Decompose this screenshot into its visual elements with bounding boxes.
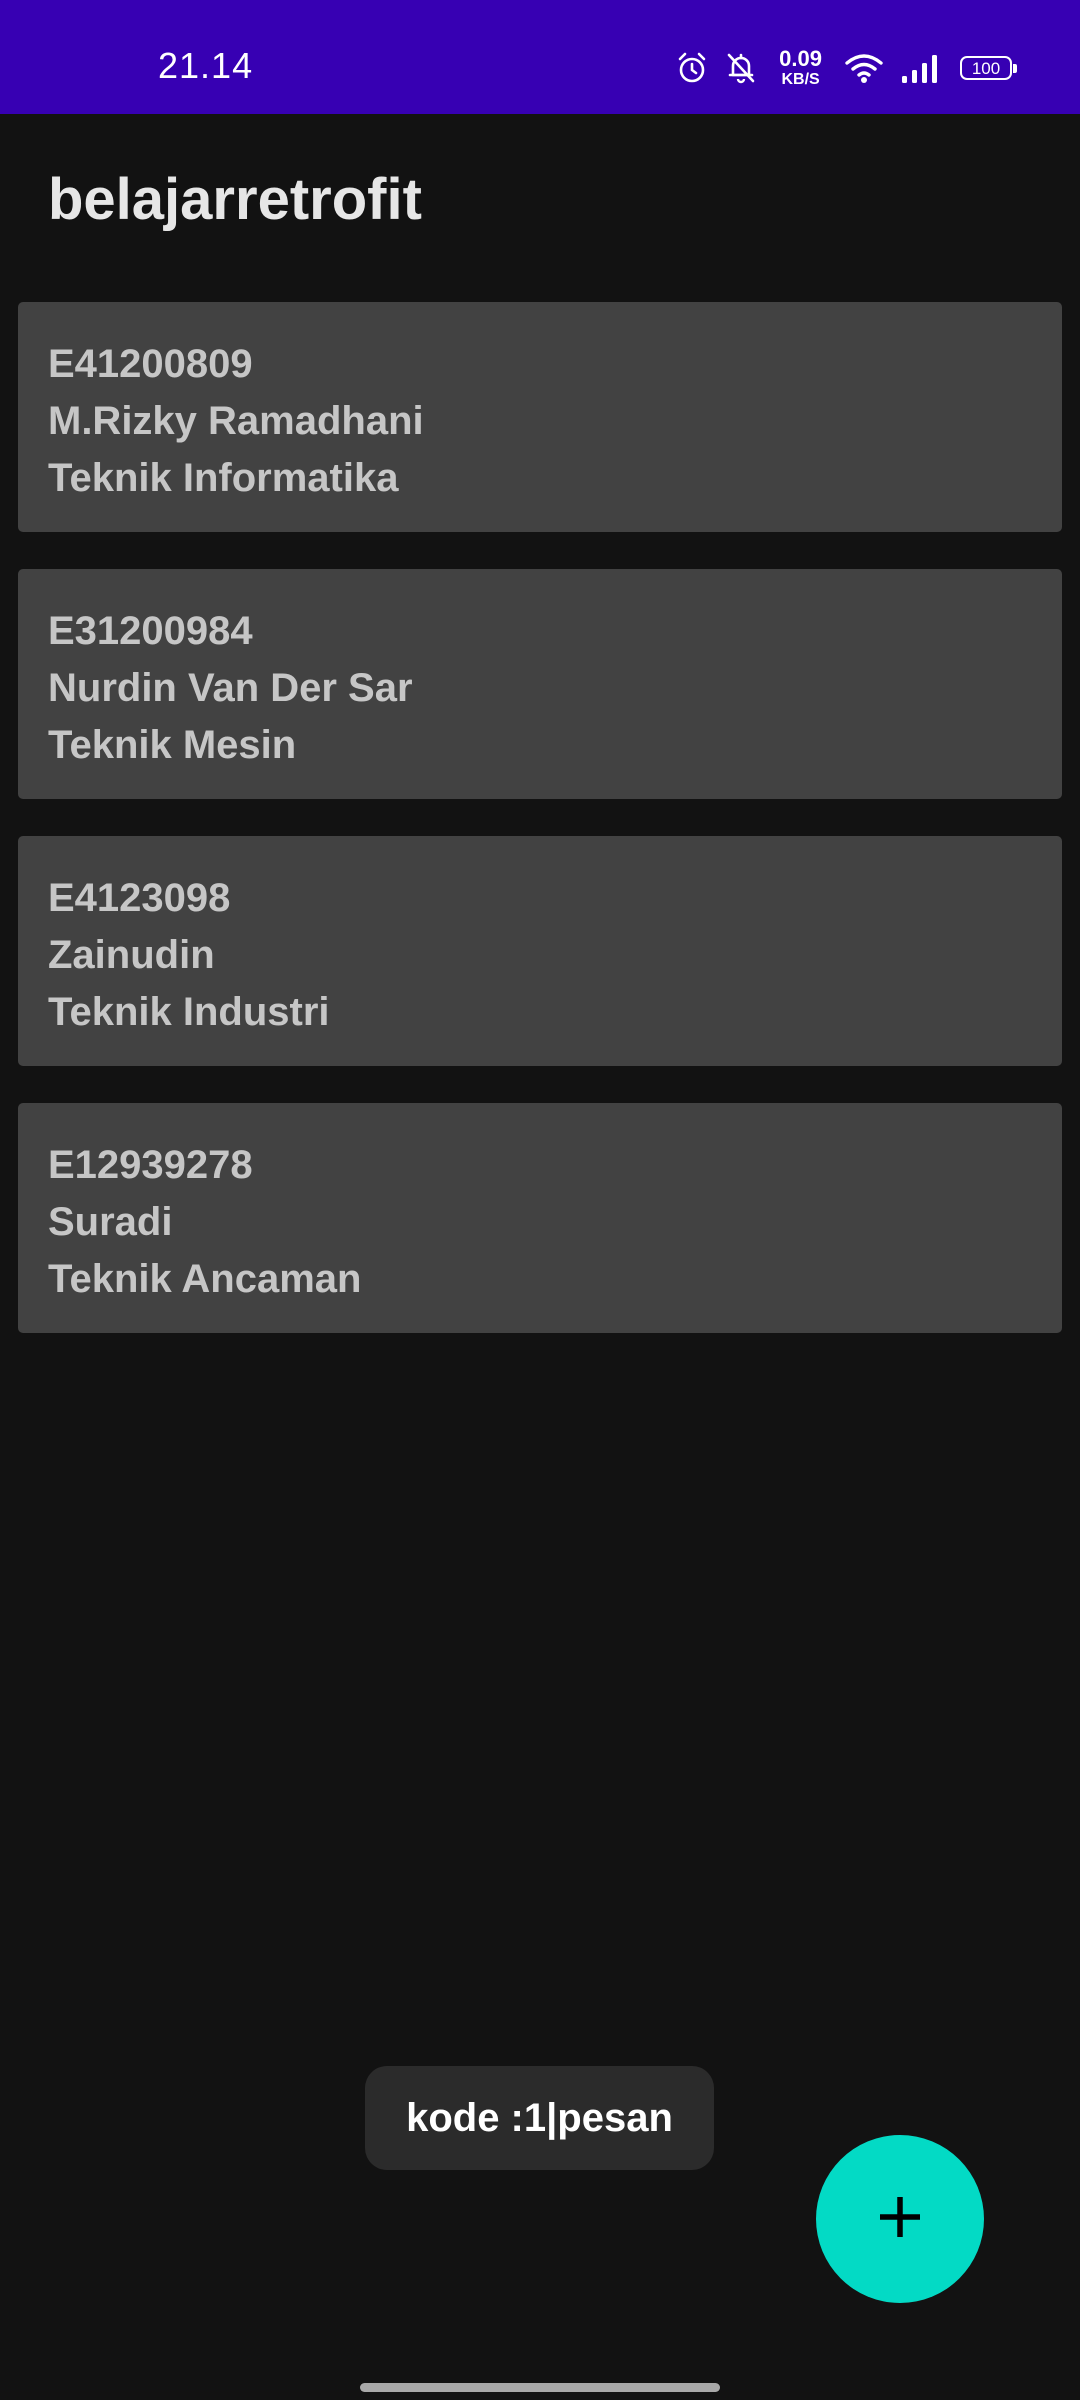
student-nim: E4123098: [48, 876, 231, 920]
network-speed-unit: KB/S: [781, 71, 820, 88]
add-button[interactable]: [816, 2135, 984, 2303]
wifi-icon: [844, 52, 884, 84]
student-nim: E31200984: [48, 609, 253, 653]
student-name: M.Rizky Ramadhani: [48, 399, 424, 443]
app-title: belajarretrofit: [48, 167, 422, 232]
list-item[interactable]: E12939278 Suradi Teknik Ancaman: [18, 1103, 1062, 1333]
student-major: Teknik Mesin: [48, 723, 297, 767]
toast-message: kode :1|pesan: [365, 2066, 714, 2170]
list-item[interactable]: E4123098 Zainudin Teknik Industri: [18, 836, 1062, 1066]
list-item[interactable]: E31200984 Nurdin Van Der Sar Teknik Mesi…: [18, 569, 1062, 799]
add-icon: [874, 2191, 926, 2248]
status-icons: 0.09 KB/S 100: [675, 46, 1017, 90]
student-name: Suradi: [48, 1200, 173, 1244]
app-screen: 21.14 0.09 KB/S 100 belajarretrofit E412…: [0, 0, 1080, 2400]
network-speed: 0.09 KB/S: [779, 48, 822, 88]
alarm-icon: [675, 51, 709, 85]
status-time: 21.14: [158, 45, 254, 86]
signal-icon: [900, 52, 940, 84]
list-item[interactable]: E41200809 M.Rizky Ramadhani Teknik Infor…: [18, 302, 1062, 532]
student-major: Teknik Industri: [48, 990, 330, 1034]
student-nim: E12939278: [48, 1143, 253, 1187]
battery-level: 100: [971, 58, 1001, 78]
battery-icon: 100: [960, 56, 1017, 80]
student-nim: E41200809: [48, 342, 253, 386]
student-major: Teknik Ancaman: [48, 1257, 362, 1301]
student-name: Nurdin Van Der Sar: [48, 666, 413, 710]
student-major: Teknik Informatika: [48, 456, 399, 500]
status-bar: 21.14 0.09 KB/S 100: [0, 0, 1080, 114]
network-speed-value: 0.09: [779, 46, 822, 71]
student-list: E41200809 M.Rizky Ramadhani Teknik Infor…: [18, 302, 1062, 1370]
gesture-nav-handle[interactable]: [360, 2383, 720, 2392]
student-name: Zainudin: [48, 933, 215, 977]
notifications-off-icon: [725, 51, 757, 85]
